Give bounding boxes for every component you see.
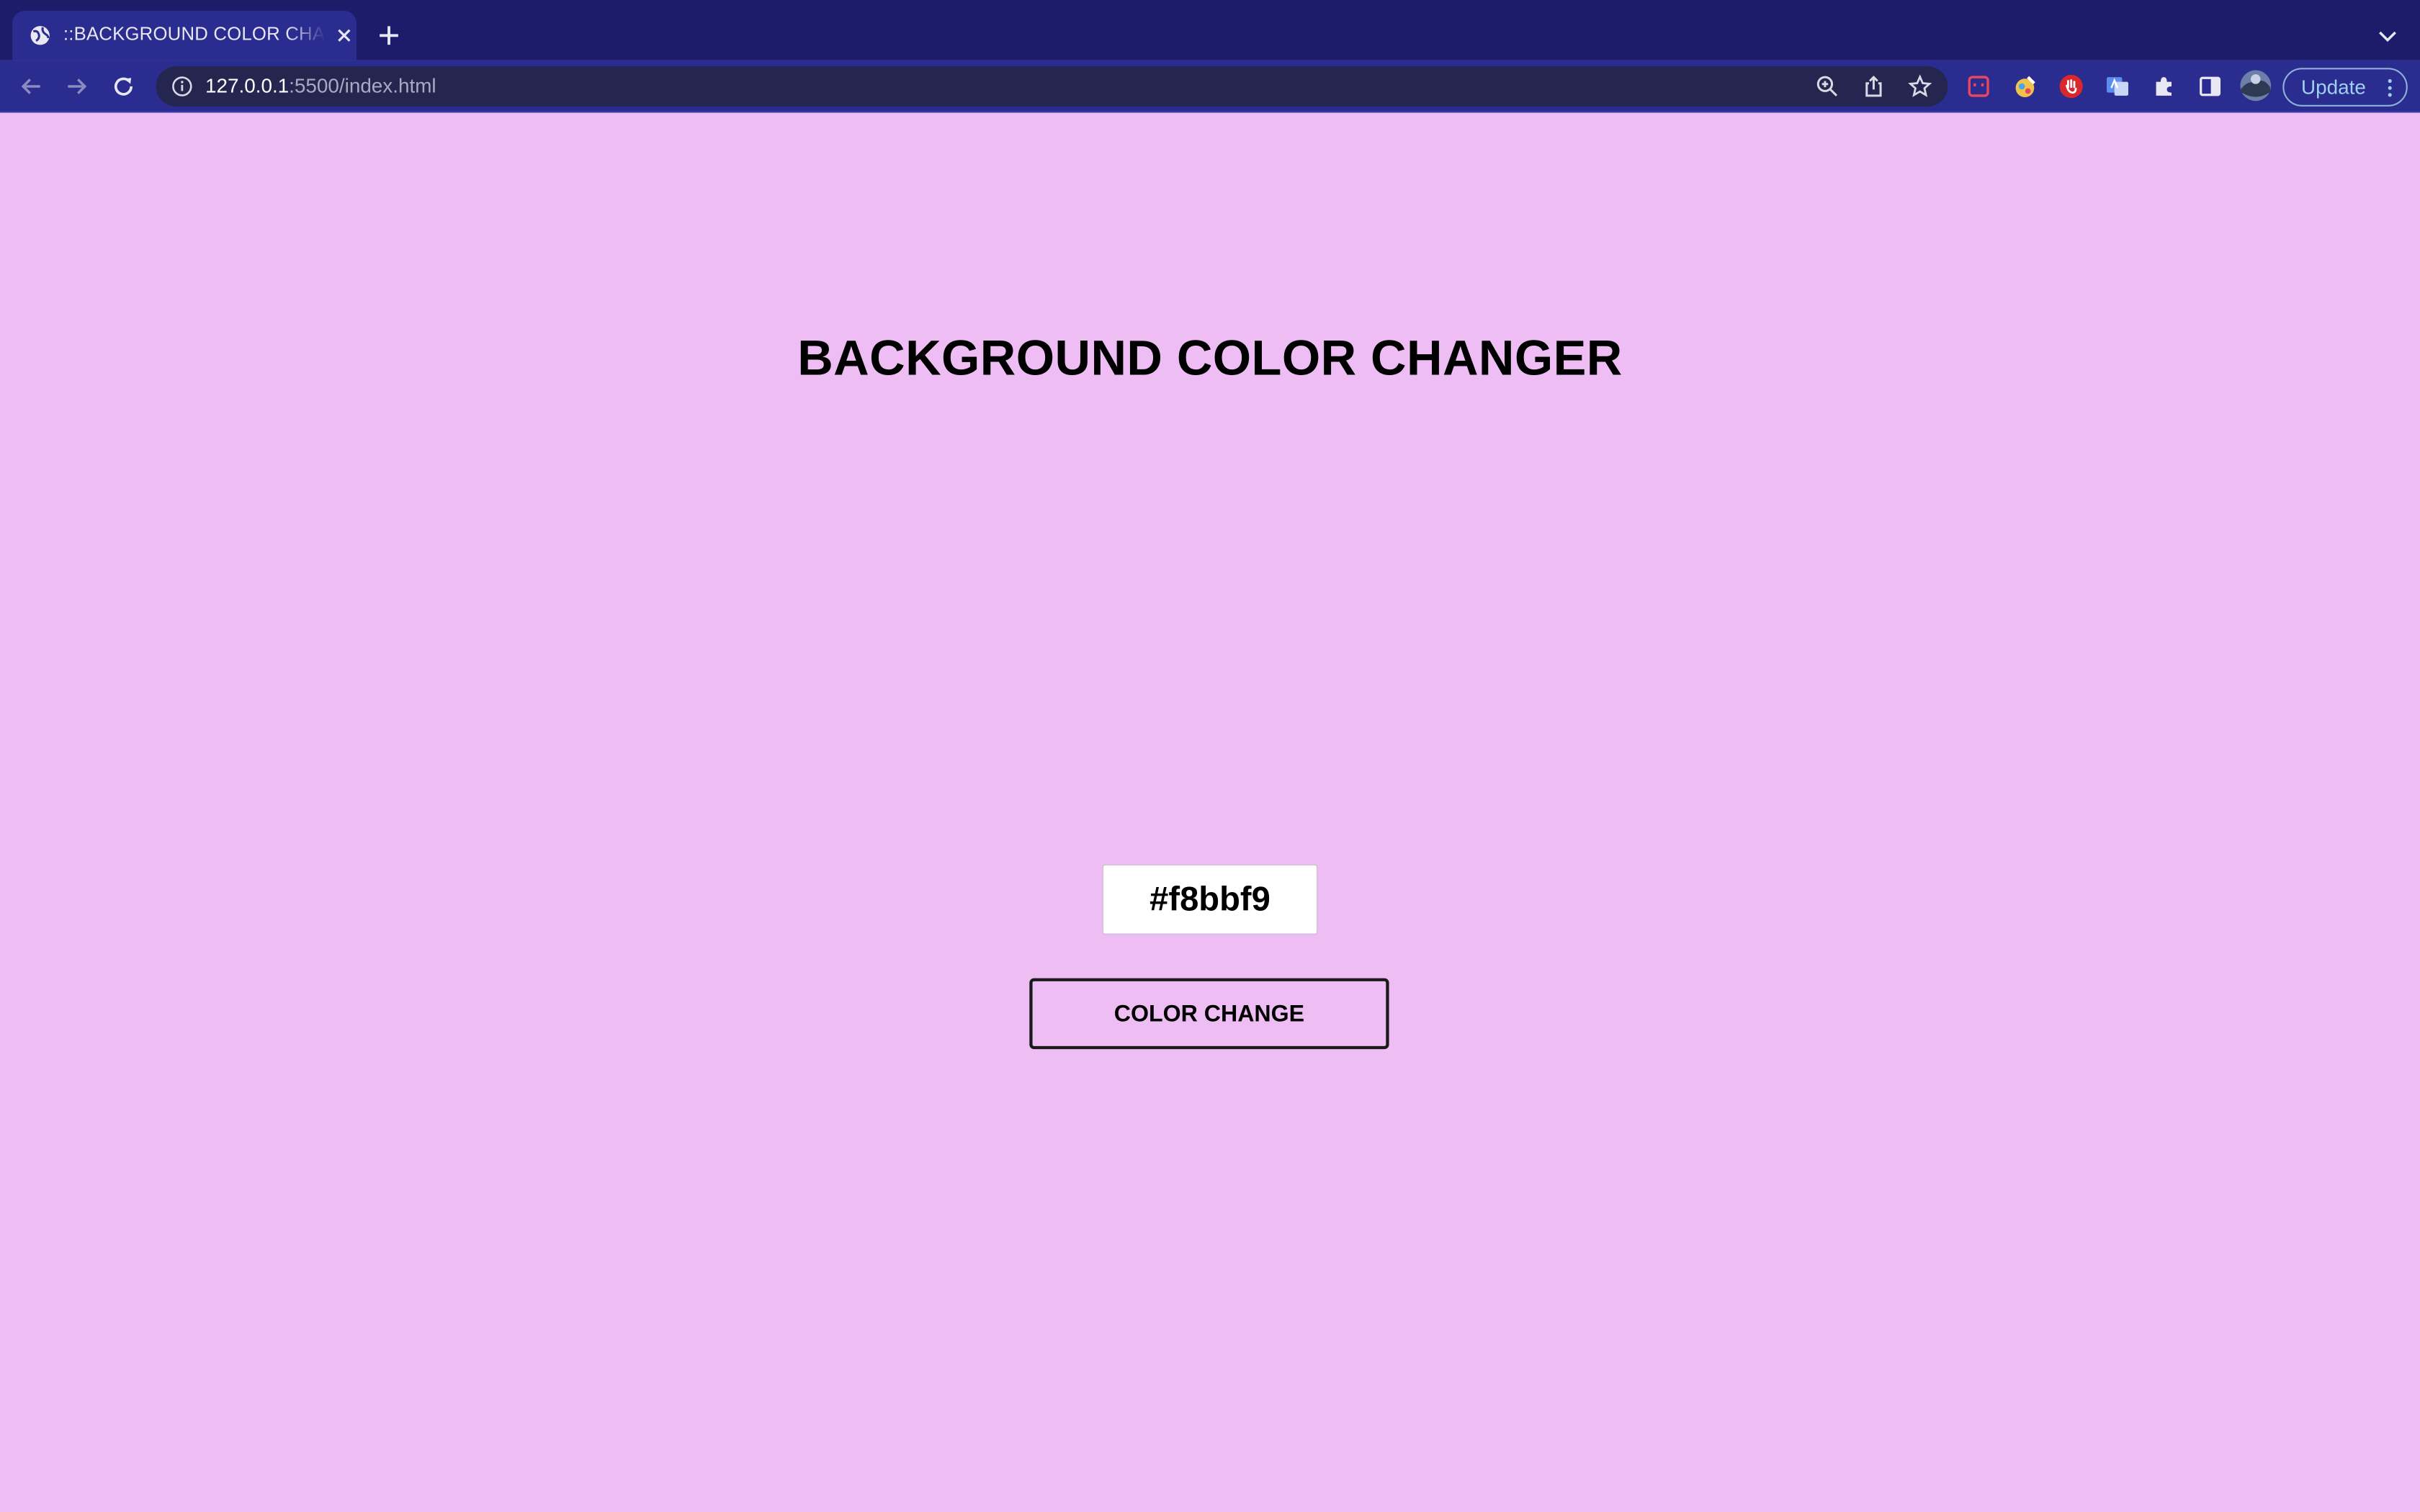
extension-red-icon[interactable]	[1965, 73, 1993, 101]
tab-active[interactable]: ::BACKGROUND COLOR CHANGER	[12, 11, 357, 60]
page-body: BACKGROUND COLOR CHANGER #f8bbf9 COLOR C…	[0, 114, 2420, 1512]
update-button[interactable]: Update	[2282, 68, 2408, 107]
new-tab-icon[interactable]	[375, 22, 403, 50]
globe-icon	[30, 26, 50, 45]
color-picker-extension-icon[interactable]	[2011, 73, 2039, 101]
url-host: 127.0.0.1	[205, 73, 290, 97]
url-text: 127.0.0.1:5500/index.html	[205, 74, 436, 97]
tab-title: ::BACKGROUND COLOR CHANGER	[63, 23, 326, 45]
share-icon[interactable]	[1861, 74, 1886, 99]
browser-window: ::BACKGROUND COLOR CHANGER	[0, 0, 2420, 1512]
back-arrow-icon[interactable]	[17, 73, 45, 101]
zoom-icon[interactable]	[1815, 74, 1839, 99]
browser-toolbar: 127.0.0.1:5500/index.html Update	[0, 60, 2420, 113]
update-label: Update	[2301, 76, 2366, 99]
info-icon[interactable]	[171, 76, 193, 97]
color-change-button[interactable]: COLOR CHANGE	[1029, 978, 1389, 1050]
puzzle-extensions-icon[interactable]	[2150, 73, 2178, 101]
avatar[interactable]	[2239, 69, 2272, 102]
page-title: BACKGROUND COLOR CHANGER	[797, 330, 1623, 386]
shield-extension-icon[interactable]	[2057, 73, 2085, 101]
side-panel-icon[interactable]	[2196, 73, 2224, 101]
chevron-down-icon[interactable]	[2374, 22, 2402, 50]
tab-strip: ::BACKGROUND COLOR CHANGER	[0, 0, 2420, 60]
translate-extension-icon[interactable]	[2104, 73, 2132, 101]
address-bar[interactable]: 127.0.0.1:5500/index.html	[156, 66, 1948, 107]
reload-icon[interactable]	[109, 73, 138, 101]
url-path: :5500/index.html	[289, 73, 436, 97]
more-vertical-icon[interactable]	[2388, 78, 2392, 97]
close-icon[interactable]	[333, 24, 355, 46]
forward-arrow-icon[interactable]	[63, 73, 91, 101]
color-code-display: #f8bbf9	[1102, 864, 1318, 935]
star-icon[interactable]	[1908, 74, 1932, 99]
